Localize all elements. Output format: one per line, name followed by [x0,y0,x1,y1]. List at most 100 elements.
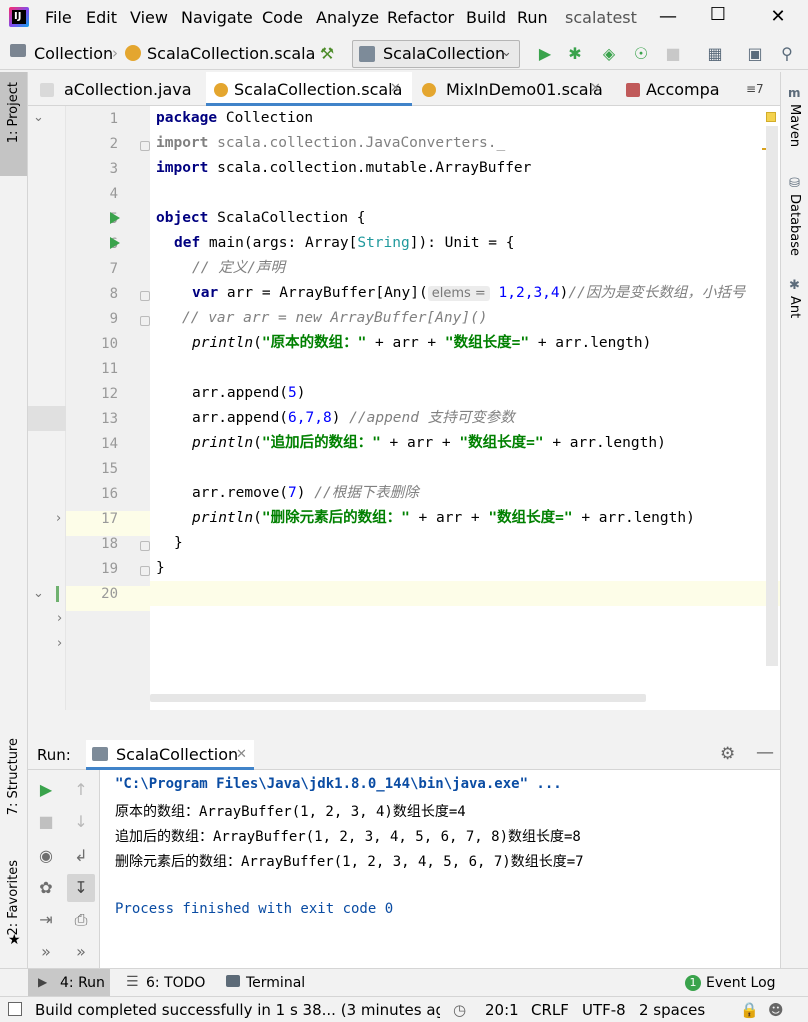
run-config-select[interactable]: ScalaCollection ⌄ [352,40,520,68]
vertical-scrollbar[interactable] [766,126,778,666]
menu-run[interactable]: Run [517,8,548,27]
bottom-tab-run[interactable]: ▶ 4: Run [28,969,110,997]
tab-java-collection[interactable]: aCollection.java [28,72,206,106]
bottom-tab-event-log[interactable]: Event Log [706,975,776,991]
favorites-tool-label[interactable]: 2: Favorites [6,860,21,936]
run-icon[interactable]: ▶ [534,44,556,64]
menu-edit[interactable]: Edit [86,8,117,27]
run-panel-header: Run: ScalaCollection ✕ ⚙ — [28,740,780,770]
chevron-right-icon[interactable]: › [57,636,62,651]
breadcrumb-project[interactable]: Collection [34,44,113,63]
login-icon[interactable]: ⇥ [34,910,58,929]
maven-tool-label[interactable]: Maven [787,104,802,147]
fold-icon[interactable] [140,291,150,301]
bottom-tab-todo[interactable]: 6: TODO [146,975,205,991]
run-gutter-icon[interactable] [110,212,120,224]
more-icon[interactable]: » [34,942,58,961]
run-toolbar-secondary: ↑ ↓ ↲ ↧ ⎙ » [62,770,100,968]
minimize-icon[interactable]: — [656,6,680,30]
breadcrumb-file[interactable]: ScalaCollection.scala [147,44,315,63]
settings-icon[interactable]: ✿ [34,878,58,897]
console-output[interactable]: "C:\Program Files\Java\jdk1.8.0_144\bin\… [100,770,780,968]
arrow-down-icon[interactable]: ↓ [69,812,93,831]
chevron-down-icon[interactable]: ⌄ [33,110,44,125]
tab-accompany[interactable]: Accompa [622,72,732,106]
file-encoding[interactable]: UTF-8 [582,1001,626,1019]
menu-build[interactable]: Build [466,8,506,27]
code-token: 5 [288,385,297,401]
tab-close-icon[interactable]: ✕ [390,81,401,96]
database-tool-label[interactable]: Database [787,194,802,256]
status-message[interactable]: Build completed successfully in 1 s 38..… [35,1001,440,1019]
run-tab[interactable]: ScalaCollection ✕ [86,740,254,770]
code-token: + arr + [366,335,445,351]
tabs-overflow-button[interactable]: ≡7 [746,82,764,96]
chevron-right-icon[interactable]: › [57,611,62,626]
line-number: 17 [101,511,118,527]
inspection-status-icon[interactable] [766,112,776,122]
code-line: var arr = ArrayBuffer[Any](elems = 1,2,3… [192,283,745,303]
stop-icon[interactable]: ■ [34,812,58,831]
menu-refactor[interactable]: Refactor [387,8,454,27]
line-separator[interactable]: CRLF [531,1001,569,1019]
profile-icon[interactable]: ☉ [630,44,652,64]
run-gutter-icon[interactable] [110,237,120,249]
code-line: import scala.collection.JavaConverters._ [156,133,505,153]
more-icon[interactable]: » [69,942,93,961]
code-line: object ScalaCollection { [156,208,366,228]
menu-view[interactable]: View [130,8,168,27]
menu-code[interactable]: Code [262,8,303,27]
rerun-icon[interactable]: ▶ [34,780,58,799]
caret-position[interactable]: 20:1 [485,1001,519,1019]
project-structure-icon[interactable]: ▦ [704,44,726,64]
lock-icon[interactable]: 🔒 [740,1001,759,1019]
code-editor[interactable]: package Collection import scala.collecti… [150,106,780,710]
hide-panel-icon[interactable]: — [756,742,774,763]
code-token: import [156,135,209,151]
chevron-right-icon[interactable]: › [56,511,61,526]
code-token: ( [253,335,262,351]
maximize-icon[interactable]: ☐ [706,4,730,28]
menu-file[interactable]: File [45,8,72,27]
tab-close-icon[interactable]: ✕ [590,81,601,96]
bottom-tab-terminal[interactable]: Terminal [246,975,305,991]
code-string: "追加后的数组：" [261,435,381,451]
tab-mixin-demo[interactable]: MixInDemo01.scala ✕ [418,72,612,106]
toggle-panels-icon[interactable] [8,1002,22,1016]
fold-icon[interactable] [140,566,150,576]
arrow-up-icon[interactable]: ↑ [69,780,93,799]
indent-setting[interactable]: 2 spaces [639,1001,705,1019]
line-number: 11 [101,361,118,377]
tab-scala-collection[interactable]: ScalaCollection.scala ✕ [206,72,412,106]
code-line: import scala.collection.mutable.ArrayBuf… [156,158,531,178]
inspector-icon[interactable]: ☻ [768,1001,784,1019]
console-line: 追加后的数组：ArrayBuffer(1, 2, 3, 4, 5, 6, 7, … [115,829,581,845]
code-token: var [192,285,219,301]
horizontal-scrollbar[interactable] [150,694,646,702]
code-line: package Collection [156,108,313,128]
clock-icon: ◷ [453,1001,467,1019]
coverage-icon[interactable]: ◈ [598,44,620,64]
chevron-down-icon[interactable]: ⌄ [33,586,44,601]
close-icon[interactable]: ✕ [766,6,790,30]
scala-object-icon [125,45,141,61]
line-number: 3 [109,161,118,177]
project-tool-label[interactable]: 1: Project [6,82,21,143]
soft-wrap-icon[interactable]: ↲ [69,846,93,865]
stop-icon[interactable]: ■ [662,44,684,64]
menu-analyze[interactable]: Analyze [316,8,379,27]
window-icon[interactable]: ▣ [744,44,766,64]
structure-tool-label[interactable]: 7: Structure [6,738,21,815]
search-icon[interactable]: ⚲ [776,44,798,64]
debug-icon[interactable]: ✱ [564,44,586,64]
menu-navigate[interactable]: Navigate [181,8,253,27]
ant-tool-label[interactable]: Ant [787,296,802,318]
camera-icon[interactable]: ◉ [34,846,58,865]
fold-icon[interactable] [140,141,150,151]
fold-icon[interactable] [140,316,150,326]
print-icon[interactable]: ⎙ [69,910,93,930]
hammer-icon[interactable]: ⚒ [316,44,338,64]
fold-icon[interactable] [140,541,150,551]
tab-close-icon[interactable]: ✕ [236,747,247,762]
gear-icon[interactable]: ⚙ [720,744,735,764]
